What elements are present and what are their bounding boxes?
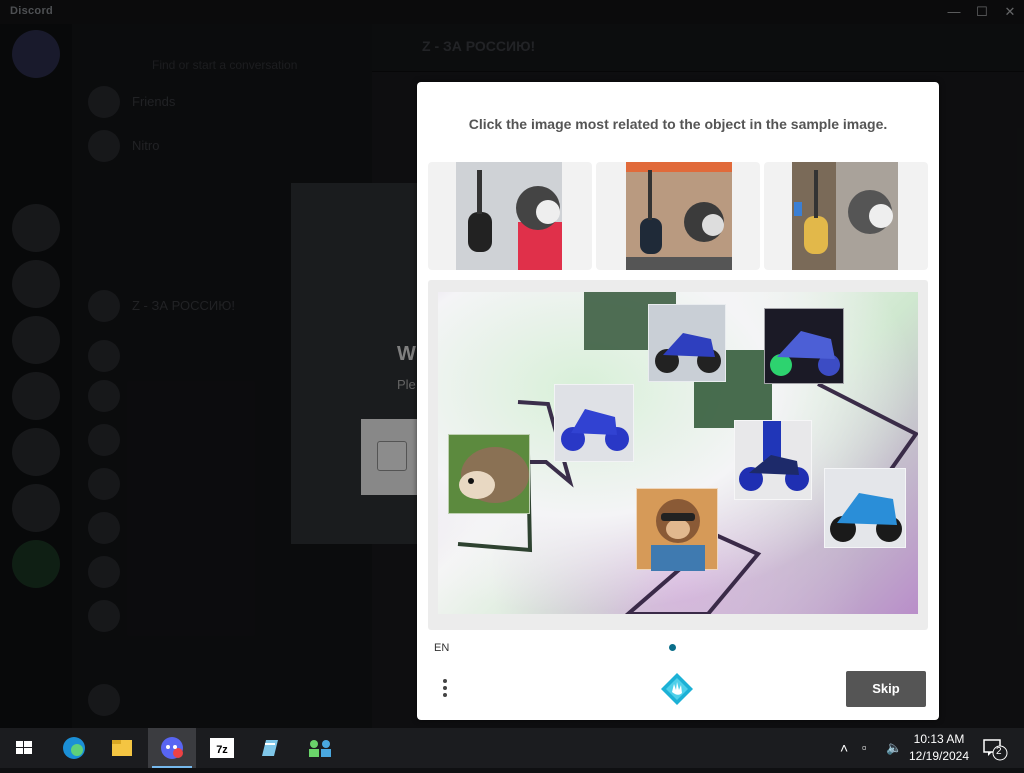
- svg-text:7z: 7z: [216, 744, 228, 756]
- discord-taskbar-icon[interactable]: [148, 728, 196, 768]
- speaker-muted-icon[interactable]: 🔈: [886, 740, 902, 756]
- captcha-prompt: Click the image most related to the obje…: [468, 116, 888, 132]
- notification-count: 2: [996, 746, 1002, 757]
- 7zip-icon[interactable]: 7z: [198, 728, 246, 768]
- notepad-icon[interactable]: [246, 728, 294, 768]
- challenge-area: [428, 280, 928, 630]
- file-explorer-icon[interactable]: [98, 728, 146, 768]
- windows-taskbar: 7z ˄ ▫ 🔈 10:13 AM 12/19/2024 2: [0, 728, 1024, 768]
- notification-center-icon[interactable]: 2: [980, 734, 1010, 762]
- edge-icon[interactable]: [50, 728, 98, 768]
- start-button[interactable]: [0, 728, 48, 768]
- sample-image: [596, 162, 760, 270]
- sample-image: [428, 162, 592, 270]
- page-indicator: [669, 644, 676, 651]
- clock-date: 12/19/2024: [908, 749, 970, 763]
- choice-image-motorcycle[interactable]: [824, 468, 906, 548]
- language-selector[interactable]: EN: [434, 642, 449, 654]
- chevron-up-icon[interactable]: ˄: [840, 740, 848, 756]
- captcha-challenge: Click the image most related to the obje…: [417, 82, 939, 720]
- network-icon[interactable]: ▫: [862, 740, 867, 755]
- choice-image-hedgehog[interactable]: [448, 434, 530, 514]
- choice-image-motorcycle[interactable]: [648, 304, 726, 382]
- choice-image-motorcycle[interactable]: [554, 384, 634, 462]
- skip-button[interactable]: Skip: [846, 671, 926, 707]
- hcaptcha-logo-icon[interactable]: [660, 672, 694, 706]
- system-clock[interactable]: 10:13 AM 12/19/2024: [906, 731, 972, 765]
- choice-image-motorcycle[interactable]: [764, 308, 844, 384]
- sample-image: [764, 162, 928, 270]
- challenge-canvas: [438, 292, 918, 614]
- choice-image-monkey[interactable]: [636, 488, 718, 571]
- clock-time: 10:13 AM: [913, 732, 965, 746]
- network-app-icon[interactable]: [296, 728, 344, 768]
- choice-image-motorcycle[interactable]: [734, 420, 812, 500]
- sample-images: [428, 162, 928, 270]
- more-options-icon[interactable]: [439, 676, 451, 702]
